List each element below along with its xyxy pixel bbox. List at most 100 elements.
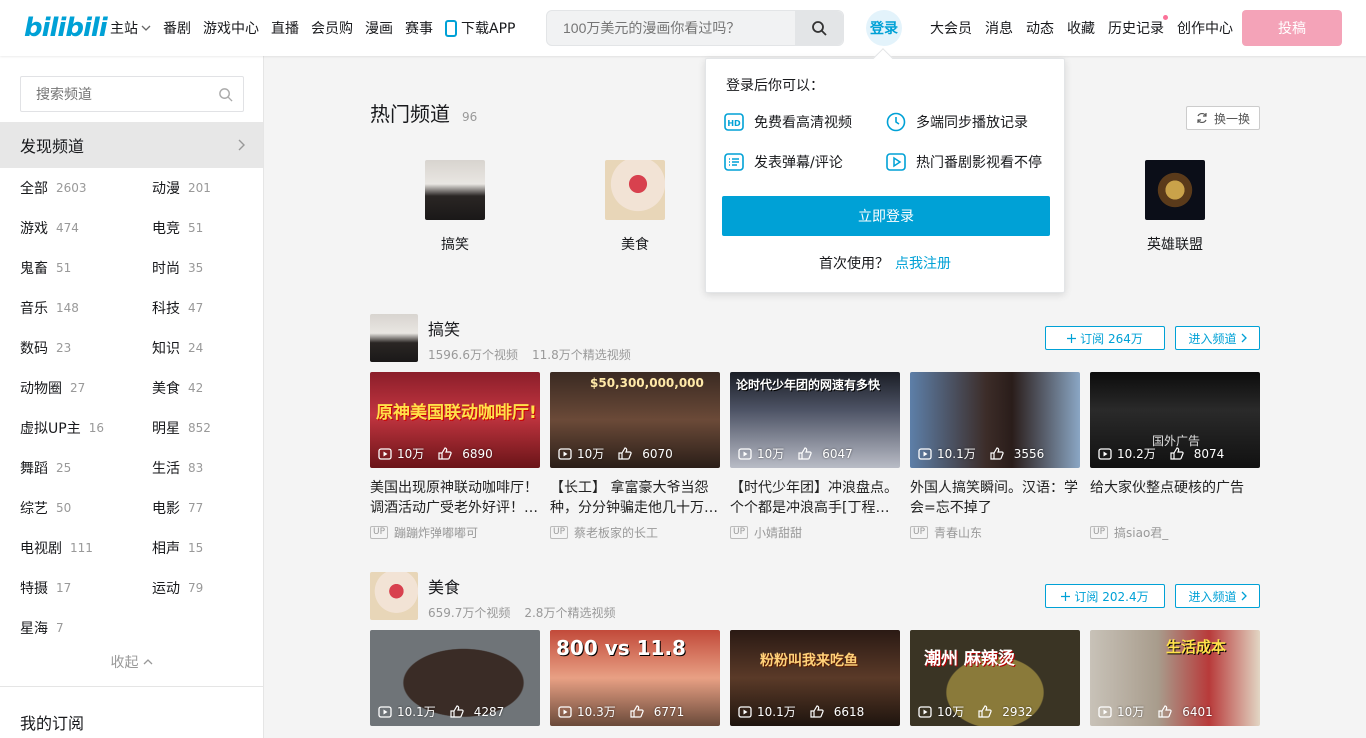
nav-favorites[interactable]: 收藏: [1067, 18, 1095, 38]
video-card[interactable]: 粉粉叫我来吃鱼 10.1万 6618: [730, 630, 900, 726]
nav-vip[interactable]: 大会员: [930, 18, 972, 38]
hot-channel-card[interactable]: 美食: [595, 160, 675, 254]
hot-channel-card[interactable]: 英雄联盟: [1135, 160, 1215, 254]
video-thumbnail[interactable]: 潮州 麻辣烫 10万 2932: [910, 630, 1080, 726]
category-item[interactable]: 动漫 201: [152, 168, 211, 208]
video-title[interactable]: 美国出现原神联动咖啡厅！调酒活动广受老外好评！…: [370, 478, 540, 518]
category-item[interactable]: 舞蹈 25: [20, 448, 71, 488]
category-item[interactable]: 科技 47: [152, 288, 203, 328]
nav-anime[interactable]: 番剧: [163, 18, 191, 38]
uploader[interactable]: UP 小婧甜甜: [730, 524, 900, 541]
uploader[interactable]: UP 青春山东: [910, 524, 1080, 541]
category-item[interactable]: 美食 42: [152, 368, 203, 408]
video-title[interactable]: 给大家伙整点硬核的广告: [1090, 478, 1260, 518]
nav-manga[interactable]: 漫画: [365, 18, 393, 38]
bilibili-logo[interactable]: bilibili: [24, 12, 108, 44]
channel-search-input[interactable]: [21, 78, 218, 110]
category-item[interactable]: 明星 852: [152, 408, 211, 448]
uploader[interactable]: UP 蹦蹦炸弹嘟嘟可: [370, 524, 540, 541]
video-stats: 10.2万 8074: [1098, 445, 1224, 462]
video-count: 1596.6万个视频: [428, 348, 518, 362]
nav-live[interactable]: 直播: [271, 18, 299, 38]
video-thumbnail[interactable]: 生活成本 10万 6401: [1090, 630, 1260, 726]
category-item[interactable]: 音乐 148: [20, 288, 79, 328]
hot-channel-card[interactable]: 搞笑: [415, 160, 495, 254]
nav-shop[interactable]: 会员购: [311, 18, 353, 38]
channel-name: 美食: [621, 237, 649, 253]
thumbnail-overlay-text: 潮州 麻辣烫: [924, 649, 1015, 669]
video-thumbnail[interactable]: 国外广告 10.2万 8074: [1090, 372, 1260, 468]
video-thumbnail[interactable]: 10.1万 3556: [910, 372, 1080, 468]
video-card[interactable]: 10.1万 3556 外国人搞笑瞬间。汉语：学会=忘不掉了 UP 青春山东: [910, 372, 1080, 541]
login-avatar-button[interactable]: 登录: [866, 10, 902, 46]
category-item[interactable]: 电影 77: [152, 488, 203, 528]
collapse-button[interactable]: 收起: [0, 652, 263, 672]
category-item[interactable]: 鬼畜 51: [20, 248, 71, 288]
category-item[interactable]: 生活 83: [152, 448, 203, 488]
category-item[interactable]: 游戏 474: [20, 208, 79, 248]
video-thumbnail[interactable]: 论时代少年团的网速有多快 10万 6047: [730, 372, 900, 468]
nav-game-center[interactable]: 游戏中心: [203, 18, 259, 38]
video-card[interactable]: 国外广告 10.2万 8074 给大家伙整点硬核的广告 UP 搞siao君_: [1090, 372, 1260, 541]
video-card[interactable]: $50,300,000,000 10万 6070 【长工】 拿富豪大爷当怨种，分分…: [550, 372, 720, 541]
subscribe-button[interactable]: 订阅 202.4万: [1045, 584, 1165, 608]
category-item[interactable]: 星海 7: [20, 608, 64, 648]
category-item[interactable]: 特摄 17: [20, 568, 71, 608]
upload-button[interactable]: 投稿: [1242, 10, 1342, 46]
refresh-button[interactable]: 换一换: [1186, 106, 1260, 130]
category-item[interactable]: 时尚 35: [152, 248, 203, 288]
register-link[interactable]: 点我注册: [895, 256, 951, 272]
category-name: 全部: [20, 181, 48, 197]
video-thumbnail[interactable]: 原神美国联动咖啡厅! 10万 6890: [370, 372, 540, 468]
category-item[interactable]: 数码 23: [20, 328, 71, 368]
uploader[interactable]: UP 搞siao君_: [1090, 524, 1260, 541]
category-item[interactable]: 电视剧 111: [20, 528, 93, 568]
subscribe-button[interactable]: 订阅 264万: [1045, 326, 1165, 350]
thumbs-up-icon: [618, 447, 632, 460]
enter-channel-button[interactable]: 进入频道: [1175, 326, 1260, 350]
video-title[interactable]: 【长工】 拿富豪大爷当怨种，分分钟骗走他几十万…: [550, 478, 720, 518]
enter-channel-button[interactable]: 进入频道: [1175, 584, 1260, 608]
nav-history[interactable]: 历史记录: [1108, 15, 1168, 38]
download-app-link[interactable]: 下载APP: [445, 18, 515, 38]
video-card[interactable]: 潮州 麻辣烫 10万 2932: [910, 630, 1080, 726]
channel-avatar[interactable]: [370, 572, 418, 620]
video-card[interactable]: 10.1万 4287: [370, 630, 540, 726]
nav-creator-center[interactable]: 创作中心: [1177, 18, 1233, 38]
view-count: 10万: [937, 705, 965, 719]
video-thumbnail[interactable]: 粉粉叫我来吃鱼 10.1万 6618: [730, 630, 900, 726]
category-item[interactable]: 运动 79: [152, 568, 203, 608]
video-stats: 10万 6047: [738, 445, 853, 462]
category-item[interactable]: 综艺 50: [20, 488, 71, 528]
video-card[interactable]: 生活成本 10万 6401: [1090, 630, 1260, 726]
category-item[interactable]: 知识 24: [152, 328, 203, 368]
video-thumbnail[interactable]: 800 vs 11.8 10.3万 6771: [550, 630, 720, 726]
search-button[interactable]: [795, 11, 843, 45]
my-subscriptions-heading[interactable]: 我的订阅: [20, 710, 84, 734]
video-card[interactable]: 原神美国联动咖啡厅! 10万 6890 美国出现原神联动咖啡厅！调酒活动广受老外好…: [370, 372, 540, 541]
video-title[interactable]: 外国人搞笑瞬间。汉语：学会=忘不掉了: [910, 478, 1080, 518]
search-input[interactable]: [547, 11, 795, 45]
channel-avatar[interactable]: [370, 314, 418, 362]
video-thumbnail[interactable]: 10.1万 4287: [370, 630, 540, 726]
video-card[interactable]: 800 vs 11.8 10.3万 6771: [550, 630, 720, 726]
video-title[interactable]: 【时代少年团】冲浪盘点。个个都是冲浪高手[丁程…: [730, 478, 900, 518]
category-item[interactable]: 相声 15: [152, 528, 203, 568]
video-thumbnail[interactable]: $50,300,000,000 10万 6070: [550, 372, 720, 468]
category-item[interactable]: 电竞 51: [152, 208, 203, 248]
category-item[interactable]: 动物圈 27: [20, 368, 85, 408]
video-card[interactable]: 论时代少年团的网速有多快 10万 6047 【时代少年团】冲浪盘点。个个都是冲浪高…: [730, 372, 900, 541]
nav-messages[interactable]: 消息: [985, 18, 1013, 38]
nav-esports[interactable]: 赛事: [405, 18, 433, 38]
uploader[interactable]: UP 蔡老板家的长工: [550, 524, 720, 541]
category-item[interactable]: 虚拟UP主 16: [20, 408, 104, 448]
search-icon[interactable]: [218, 87, 233, 102]
nav-dynamics[interactable]: 动态: [1026, 18, 1054, 38]
channel-name[interactable]: 美食: [428, 574, 460, 598]
discover-channels-item[interactable]: 发现频道: [0, 122, 263, 168]
nav-main-site[interactable]: 主站: [110, 18, 151, 38]
login-now-button[interactable]: 立即登录: [722, 196, 1050, 236]
channel-name[interactable]: 搞笑: [428, 316, 460, 340]
category-item[interactable]: 全部 2603: [20, 168, 87, 208]
featured-count: 2.8万个精选视频: [524, 606, 616, 620]
